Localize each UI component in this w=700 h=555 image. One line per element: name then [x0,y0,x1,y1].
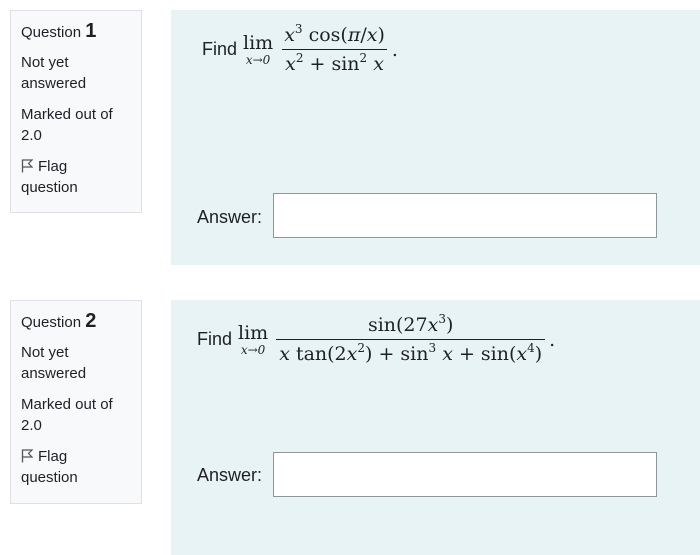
question-label: Question 2 [21,310,97,332]
numerator: x3 cos(π/x) [284,22,385,46]
prompt-word: Find [202,39,238,59]
math-expression: lim x→0 x3 cos(π/x) x2 + sin2 x . [243,22,398,75]
answer-input[interactable] [273,452,657,497]
question-content: Find lim x→0 x3 cos(π/x) x2 + sin2 x . A… [171,10,700,265]
answer-label: Answer: [197,207,263,227]
flag-outline-icon [21,449,33,463]
prompt-word: Find [197,329,233,349]
question-text: Find lim x→0 x3 cos(π/x) x2 + sin2 x . [202,22,398,75]
limit-operator: lim x→0 [238,321,269,357]
answer-input[interactable] [273,193,657,238]
question-text: Find lim x→0 sin(27x3) x tan(2x2) + sin3… [197,312,556,365]
question-info: Question 1 Not yet answered Marked out o… [10,10,142,213]
question-number: 1 [85,20,97,42]
flag-question-link[interactable]: Flag question [21,446,131,488]
limit-operator: lim x→0 [243,31,274,67]
flag-outline-icon [21,159,33,173]
fraction: x3 cos(π/x) x2 + sin2 x [281,22,388,75]
question-status: Not yet answered [21,344,87,382]
fraction: sin(27x3) x tan(2x2) + sin3 x + sin(x4) [276,312,546,365]
question-status: Not yet answered [21,54,87,92]
flag-question-link[interactable]: Flag question [21,156,131,198]
question-number: 2 [85,310,97,332]
question-content: Find lim x→0 sin(27x3) x tan(2x2) + sin3… [171,300,700,555]
question-marks: Marked out of 2.0 [21,106,113,144]
question-info: Question 2 Not yet answered Marked out o… [10,300,142,504]
question-label: Question 1 [21,20,97,42]
numerator: sin(27x3) [367,312,454,336]
answer-label: Answer: [197,465,263,485]
math-expression: lim x→0 sin(27x3) x tan(2x2) + sin3 x + … [238,312,556,365]
denominator: x tan(2x2) + sin3 x + sin(x4) [276,339,546,365]
question-marks: Marked out of 2.0 [21,396,113,434]
denominator: x2 + sin2 x [282,49,387,75]
